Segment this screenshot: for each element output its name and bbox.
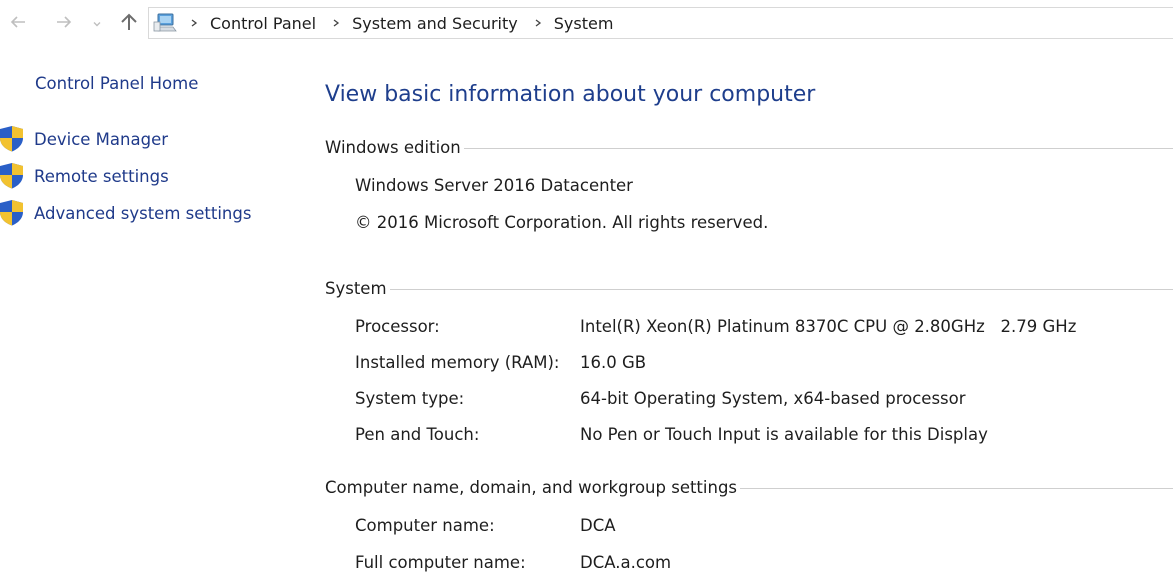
navigation-bar: Control Panel System and Security System <box>0 0 1173 48</box>
task-label: Advanced system settings <box>34 203 252 223</box>
recent-locations-button[interactable] <box>88 12 106 36</box>
system-section-header: System <box>325 276 1173 300</box>
breadcrumb-separator-icon[interactable] <box>326 13 346 33</box>
property-label: Full computer name: <box>355 553 526 572</box>
uac-shield-icon <box>0 126 24 152</box>
pen-and-touch-row: Pen and Touch: No Pen or Touch Input is … <box>355 425 1155 449</box>
arrow-left-icon <box>8 12 28 36</box>
computer-name-row: Computer name: DCA <box>355 516 1155 540</box>
property-label: Pen and Touch: <box>355 425 480 444</box>
property-label: Processor: <box>355 317 440 336</box>
property-value: DCA.a.com <box>580 553 672 572</box>
uac-shield-icon <box>0 163 24 189</box>
property-value: No Pen or Touch Input is available for t… <box>580 425 988 444</box>
system-type-row: System type: 64-bit Operating System, x6… <box>355 389 1155 413</box>
windows-edition-name: Windows Server 2016 Datacenter <box>355 176 633 195</box>
address-bar[interactable]: Control Panel System and Security System <box>148 7 1173 39</box>
back-button[interactable] <box>6 12 30 36</box>
section-title: System <box>325 278 387 298</box>
installed-memory-row: Installed memory (RAM): 16.0 GB <box>355 353 1155 377</box>
property-value: DCA <box>580 516 616 535</box>
uac-shield-icon <box>0 200 24 226</box>
breadcrumb-system-and-security[interactable]: System and Security <box>348 12 522 35</box>
advanced-system-settings-link[interactable]: Advanced system settings <box>0 199 251 227</box>
property-value: 64-bit Operating System, x64-based proce… <box>580 389 966 408</box>
property-label: Computer name: <box>355 516 495 535</box>
property-label: Installed memory (RAM): <box>355 353 560 372</box>
breadcrumb-separator-icon[interactable] <box>528 13 548 33</box>
task-label: Device Manager <box>34 129 168 149</box>
copyright-text: © 2016 Microsoft Corporation. All rights… <box>355 213 769 232</box>
section-title: Computer name, domain, and workgroup set… <box>325 477 738 497</box>
device-manager-link[interactable]: Device Manager <box>0 125 168 153</box>
forward-button[interactable] <box>52 12 76 36</box>
section-divider <box>463 147 1173 149</box>
property-label: System type: <box>355 389 465 408</box>
section-divider <box>389 288 1173 290</box>
breadcrumb-control-panel[interactable]: Control Panel <box>206 12 320 35</box>
page-title: View basic information about your comput… <box>325 82 816 107</box>
breadcrumb-separator-icon[interactable] <box>184 13 204 33</box>
up-button[interactable] <box>117 12 141 36</box>
full-computer-name-row: Full computer name: DCA.a.com <box>355 553 1155 577</box>
arrow-up-icon <box>118 11 140 37</box>
processor-row: Processor: Intel(R) Xeon(R) Platinum 837… <box>355 317 1155 341</box>
windows-edition-section-header: Windows edition <box>325 135 1173 159</box>
chevron-down-icon <box>91 15 103 34</box>
remote-settings-link[interactable]: Remote settings <box>0 162 169 190</box>
control-panel-home-link[interactable]: Control Panel Home <box>35 74 198 93</box>
arrow-right-icon <box>54 12 74 36</box>
section-title: Windows edition <box>325 137 461 157</box>
task-label: Remote settings <box>34 166 169 186</box>
property-value: 16.0 GB <box>580 353 647 372</box>
section-divider <box>740 487 1173 489</box>
computer-name-section-header: Computer name, domain, and workgroup set… <box>325 475 1173 499</box>
computer-icon <box>152 10 178 36</box>
property-value: Intel(R) Xeon(R) Platinum 8370C CPU @ 2.… <box>580 317 1077 336</box>
breadcrumb-system[interactable]: System <box>550 12 618 35</box>
